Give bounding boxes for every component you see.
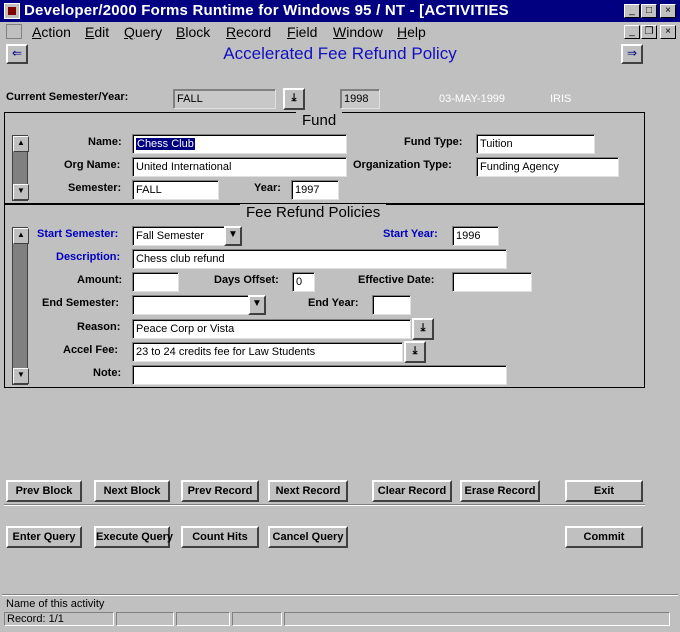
menu-query[interactable]: Query bbox=[124, 24, 162, 40]
menu-bar: Action Edit Query Block Record Field Win… bbox=[0, 22, 680, 42]
menu-edit[interactable]: Edit bbox=[85, 24, 109, 40]
status-cell bbox=[232, 612, 282, 626]
current-user-field: IRIS bbox=[546, 89, 622, 109]
fund-name-label: Name: bbox=[88, 136, 122, 148]
download-arrow-icon[interactable]: ⤓ bbox=[283, 88, 305, 110]
app-icon[interactable] bbox=[4, 3, 20, 19]
reason-field[interactable]: Peace Corp or Vista bbox=[132, 319, 411, 339]
erase-record-button[interactable]: Erase Record bbox=[460, 480, 540, 502]
clear-record-button[interactable]: Clear Record bbox=[372, 480, 452, 502]
reason-label: Reason: bbox=[77, 321, 121, 333]
next-record-button[interactable]: Next Record bbox=[268, 480, 348, 502]
enter-query-button[interactable]: Enter Query bbox=[6, 526, 82, 548]
document-icon[interactable] bbox=[6, 24, 22, 39]
org-type-label: Organization Type: bbox=[353, 159, 452, 171]
prev-block-button[interactable]: Prev Block bbox=[6, 480, 82, 502]
current-semester-field[interactable]: FALL bbox=[173, 89, 276, 109]
note-label: Note: bbox=[93, 367, 122, 379]
status-cell bbox=[116, 612, 174, 626]
form-title: Accelerated Fee Refund Policy bbox=[223, 44, 457, 63]
status-divider bbox=[2, 594, 678, 596]
amount-field[interactable] bbox=[132, 272, 179, 292]
end-semester-select[interactable] bbox=[132, 295, 266, 315]
menu-field[interactable]: Field bbox=[287, 24, 317, 40]
fund-type-field[interactable]: Tuition bbox=[476, 134, 595, 154]
status-cell bbox=[284, 612, 670, 626]
org-name-field[interactable]: United International bbox=[132, 157, 347, 177]
description-label: Description: bbox=[56, 251, 121, 263]
days-offset-field[interactable]: 0 bbox=[292, 272, 315, 292]
fund-scrollbar[interactable]: ▲ ▼ bbox=[12, 135, 29, 201]
scroll-down-icon[interactable]: ▼ bbox=[13, 368, 29, 384]
window-title: Developer/2000 Forms Runtime for Windows… bbox=[24, 2, 509, 19]
mdi-close-icon[interactable]: × bbox=[660, 25, 676, 39]
menu-record[interactable]: Record bbox=[226, 24, 271, 40]
next-block-button[interactable]: Next Block bbox=[94, 480, 170, 502]
commit-button[interactable]: Commit bbox=[565, 526, 643, 548]
minimize-icon[interactable]: _ bbox=[624, 4, 640, 18]
menu-help[interactable]: Help bbox=[397, 24, 426, 40]
start-year-label: Start Year: bbox=[383, 228, 438, 240]
status-hint: Name of this activity bbox=[6, 598, 105, 610]
download-arrow-icon[interactable]: ⤓ bbox=[412, 318, 434, 340]
scroll-down-icon[interactable]: ▼ bbox=[13, 184, 29, 200]
cancel-query-button[interactable]: Cancel Query bbox=[268, 526, 348, 548]
start-year-field[interactable]: 1996 bbox=[452, 226, 499, 246]
mdi-restore-icon[interactable]: ❐ bbox=[641, 25, 657, 39]
fund-section-title: Fund bbox=[296, 112, 343, 129]
status-record: Record: 1/1 bbox=[4, 612, 114, 626]
mdi-minimize-icon[interactable]: _ bbox=[624, 25, 640, 39]
description-field[interactable]: Chess club refund bbox=[132, 249, 507, 269]
end-semester-label: End Semester: bbox=[42, 297, 120, 309]
note-field[interactable] bbox=[132, 365, 507, 385]
fund-name-text: Chess Club bbox=[136, 138, 195, 150]
current-year-field[interactable]: 1998 bbox=[340, 89, 380, 109]
accel-fee-label: Accel Fee: bbox=[63, 344, 119, 356]
fund-name-field[interactable]: Chess Club bbox=[132, 134, 347, 154]
count-hits-button[interactable]: Count Hits bbox=[181, 526, 259, 548]
policy-scrollbar[interactable]: ▲ ▼ bbox=[12, 227, 29, 385]
chevron-down-icon[interactable]: ▼ bbox=[248, 295, 266, 315]
effective-date-label: Effective Date: bbox=[358, 274, 435, 286]
chevron-down-icon[interactable]: ▼ bbox=[224, 226, 242, 246]
org-type-field[interactable]: Funding Agency bbox=[476, 157, 619, 177]
days-offset-label: Days Offset: bbox=[214, 274, 279, 286]
end-year-label: End Year: bbox=[308, 297, 359, 309]
button-divider bbox=[4, 504, 645, 506]
status-cell bbox=[176, 612, 230, 626]
fund-year-label: Year: bbox=[254, 182, 281, 194]
current-semester-label: Current Semester/Year: bbox=[6, 91, 129, 103]
policy-section-title: Fee Refund Policies bbox=[240, 204, 387, 221]
amount-label: Amount: bbox=[77, 274, 123, 286]
close-icon[interactable]: × bbox=[660, 4, 676, 18]
scroll-up-icon[interactable]: ▲ bbox=[13, 228, 29, 244]
org-name-label: Org Name: bbox=[64, 159, 121, 171]
menu-window[interactable]: Window bbox=[333, 24, 383, 40]
maximize-icon[interactable]: □ bbox=[641, 4, 657, 18]
accel-fee-field[interactable]: 23 to 24 credits fee for Law Students bbox=[132, 342, 403, 362]
fund-semester-label: Semester: bbox=[68, 182, 122, 194]
title-bar: Developer/2000 Forms Runtime for Windows… bbox=[0, 0, 680, 22]
fund-type-label: Fund Type: bbox=[404, 136, 463, 148]
download-arrow-icon[interactable]: ⤓ bbox=[404, 341, 426, 363]
menu-block[interactable]: Block bbox=[176, 24, 210, 40]
end-year-field[interactable] bbox=[372, 295, 411, 315]
fund-semester-field[interactable]: FALL bbox=[132, 180, 219, 200]
current-date-field: 03-MAY-1999 bbox=[435, 89, 533, 109]
fund-year-field[interactable]: 1997 bbox=[291, 180, 339, 200]
exit-button[interactable]: Exit bbox=[565, 480, 643, 502]
effective-date-field[interactable] bbox=[452, 272, 532, 292]
scroll-up-icon[interactable]: ▲ bbox=[13, 136, 29, 152]
execute-query-button[interactable]: Execute Query bbox=[94, 526, 173, 548]
prev-record-button[interactable]: Prev Record bbox=[181, 480, 259, 502]
start-semester-label: Start Semester: bbox=[37, 228, 119, 240]
menu-action[interactable]: Action bbox=[32, 24, 71, 40]
